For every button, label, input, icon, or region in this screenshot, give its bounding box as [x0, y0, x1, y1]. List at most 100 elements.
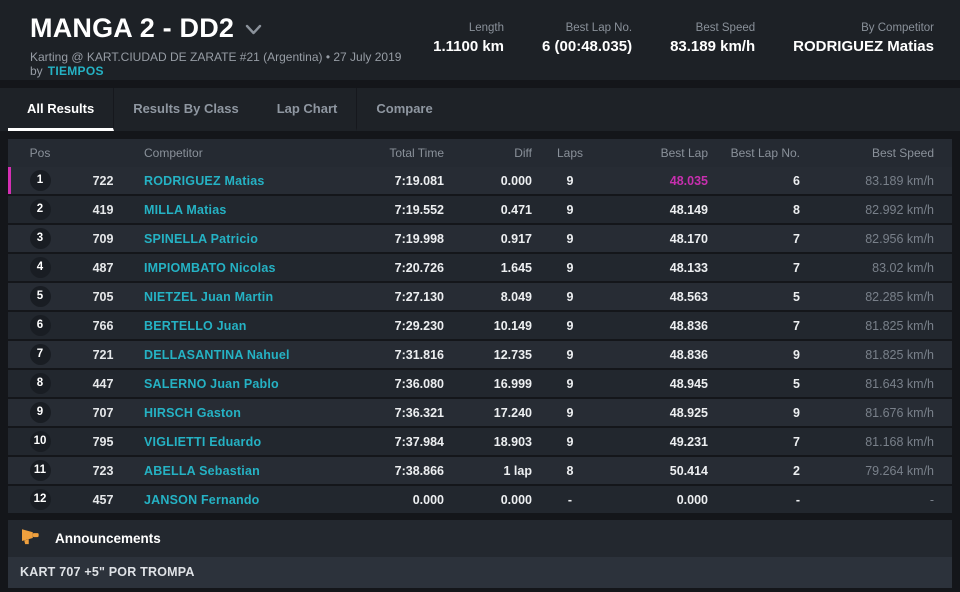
position-badge: 3: [29, 228, 51, 249]
diff-cell: 18.903: [493, 434, 532, 449]
kart-number-cell: 722: [92, 173, 114, 188]
competitor-name-link[interactable]: DELLASANTINA Nahuel: [134, 348, 328, 362]
competitor-name-link[interactable]: SPINELLA Patricio: [134, 232, 328, 246]
competitor-name-link[interactable]: IMPIOMBATO Nicolas: [134, 261, 328, 275]
diff-cell: 1.645: [500, 260, 532, 275]
position-badge: 1: [29, 170, 51, 191]
total-time-cell: 7:29.230: [394, 318, 444, 333]
diff-cell: 8.049: [500, 289, 532, 304]
position-cell: 4: [8, 257, 72, 278]
best-lap-cell: 49.231: [669, 434, 708, 449]
best-speed-cell: 81.168 km/h: [865, 434, 934, 449]
laps-cell: 9: [566, 231, 574, 246]
table-row[interactable]: 12 457 JANSON Fernando 0.000 0.000 - 0.0…: [8, 484, 952, 513]
best-lap-cell: 48.170: [669, 231, 708, 246]
position-cell: 8: [8, 373, 72, 394]
position-cell: 10: [8, 431, 72, 452]
laps-cell: 9: [566, 260, 574, 275]
table-row[interactable]: 6 766 BERTELLO Juan 7:29.230 10.149 9 48…: [8, 310, 952, 339]
competitor-name-link[interactable]: MILLA Matias: [134, 203, 328, 217]
best-lap-no-cell: 7: [793, 434, 800, 449]
chevron-down-icon[interactable]: [245, 24, 262, 36]
competitor-name-link[interactable]: JANSON Fernando: [134, 493, 328, 507]
best-lap-cell: 48.035: [669, 173, 708, 188]
competitor-name-link[interactable]: RODRIGUEZ Matias: [134, 174, 328, 188]
table-row[interactable]: 2 419 MILLA Matias 7:19.552 0.471 9 48.1…: [8, 194, 952, 223]
best-lap-no-cell: 5: [793, 289, 800, 304]
total-time-cell: 7:27.130: [394, 289, 444, 304]
position-badge: 2: [29, 199, 51, 220]
table-header-row: Pos Competitor Total Time Diff Laps Best…: [8, 139, 952, 167]
col-header-pos: Pos: [29, 146, 51, 160]
best-lap-no-cell: 9: [793, 405, 800, 420]
position-badge: 11: [29, 460, 51, 481]
tab-compare[interactable]: Compare: [357, 88, 451, 131]
table-row[interactable]: 7 721 DELLASANTINA Nahuel 7:31.816 12.73…: [8, 339, 952, 368]
best-lap-no-cell: 8: [793, 202, 800, 217]
diff-cell: 0.000: [500, 492, 532, 507]
table-row[interactable]: 1 722 RODRIGUEZ Matias 7:19.081 0.000 9 …: [8, 167, 952, 194]
stat-best-speed: Best Speed 83.189 km/h: [670, 22, 755, 55]
position-badge: 6: [29, 315, 51, 336]
stat-by-competitor: By Competitor RODRIGUEZ Matias: [793, 22, 934, 55]
best-lap-cell: 0.000: [676, 492, 708, 507]
session-header-left: MANGA 2 - DD2 Karting @ KART.CIUDAD DE Z…: [30, 11, 433, 78]
announcements-panel: Announcements KART 707 +5" POR TROMPA: [8, 520, 952, 588]
total-time-cell: 7:20.726: [394, 260, 444, 275]
total-time-cell: 7:36.080: [394, 376, 444, 391]
stat-best-speed-value: 83.189 km/h: [670, 38, 756, 55]
table-row[interactable]: 3 709 SPINELLA Patricio 7:19.998 0.917 9…: [8, 223, 952, 252]
laps-cell: 9: [566, 376, 574, 391]
diff-cell: 16.999: [493, 376, 532, 391]
table-row[interactable]: 10 795 VIGLIETTI Eduardo 7:37.984 18.903…: [8, 426, 952, 455]
competitor-name-link[interactable]: NIETZEL Juan Martin: [134, 290, 328, 304]
position-badge: 5: [29, 286, 51, 307]
best-lap-no-cell: 9: [793, 347, 800, 362]
position-cell: 3: [8, 228, 72, 249]
best-speed-cell: 82.992 km/h: [865, 202, 934, 217]
table-row[interactable]: 5 705 NIETZEL Juan Martin 7:27.130 8.049…: [8, 281, 952, 310]
best-speed-cell: 83.189 km/h: [865, 173, 934, 188]
table-row[interactable]: 4 487 IMPIOMBATO Nicolas 7:20.726 1.645 …: [8, 252, 952, 281]
best-lap-no-cell: 2: [793, 463, 800, 478]
laps-cell: 9: [566, 289, 574, 304]
competitor-name-link[interactable]: SALERNO Juan Pablo: [134, 377, 328, 391]
table-row[interactable]: 11 723 ABELLA Sebastian 7:38.866 1 lap 8…: [8, 455, 952, 484]
kart-number-cell: 419: [92, 202, 114, 217]
position-badge: 8: [29, 373, 51, 394]
position-badge: 10: [29, 431, 51, 452]
best-speed-cell: 81.643 km/h: [865, 376, 934, 391]
competitor-name-link[interactable]: HIRSCH Gaston: [134, 406, 328, 420]
position-cell: 1: [8, 170, 72, 191]
tab-bar: All Results Results By Class Lap Chart C…: [0, 88, 960, 131]
megaphone-icon: [20, 527, 42, 550]
best-lap-no-cell: 6: [793, 173, 800, 188]
col-header-best-lap: Best Lap: [660, 146, 708, 160]
table-row[interactable]: 9 707 HIRSCH Gaston 7:36.321 17.240 9 48…: [8, 397, 952, 426]
best-speed-cell: 81.676 km/h: [865, 405, 934, 420]
table-row[interactable]: 8 447 SALERNO Juan Pablo 7:36.080 16.999…: [8, 368, 952, 397]
best-lap-no-cell: 7: [793, 260, 800, 275]
total-time-cell: 0.000: [412, 492, 444, 507]
col-header-best-speed: Best Speed: [871, 146, 934, 160]
session-subtitle: Karting @ KART.CIUDAD DE ZARATE #21 (Arg…: [30, 50, 433, 78]
tab-all-results[interactable]: All Results: [8, 88, 115, 131]
tiempos-link[interactable]: TIEMPOS: [48, 64, 104, 78]
competitor-name-link[interactable]: BERTELLO Juan: [134, 319, 328, 333]
position-cell: 9: [8, 402, 72, 423]
announcements-title: Announcements: [55, 531, 161, 546]
total-time-cell: 7:19.998: [394, 231, 444, 246]
competitor-name-link[interactable]: VIGLIETTI Eduardo: [134, 435, 328, 449]
col-header-best-lap-no: Best Lap No.: [730, 146, 800, 160]
competitor-name-link[interactable]: ABELLA Sebastian: [134, 464, 328, 478]
diff-cell: 0.471: [500, 202, 532, 217]
best-lap-no-cell: 7: [793, 318, 800, 333]
session-stats: Length 1.1100 km Best Lap No. 6 (00:48.0…: [433, 22, 934, 55]
stat-length: Length 1.1100 km: [433, 22, 504, 55]
tab-lap-chart[interactable]: Lap Chart: [258, 88, 358, 131]
tab-results-by-class[interactable]: Results By Class: [114, 88, 258, 131]
best-lap-cell: 50.414: [669, 463, 708, 478]
best-lap-no-cell: 7: [793, 231, 800, 246]
total-time-cell: 7:19.552: [394, 202, 444, 217]
kart-number-cell: 721: [92, 347, 114, 362]
